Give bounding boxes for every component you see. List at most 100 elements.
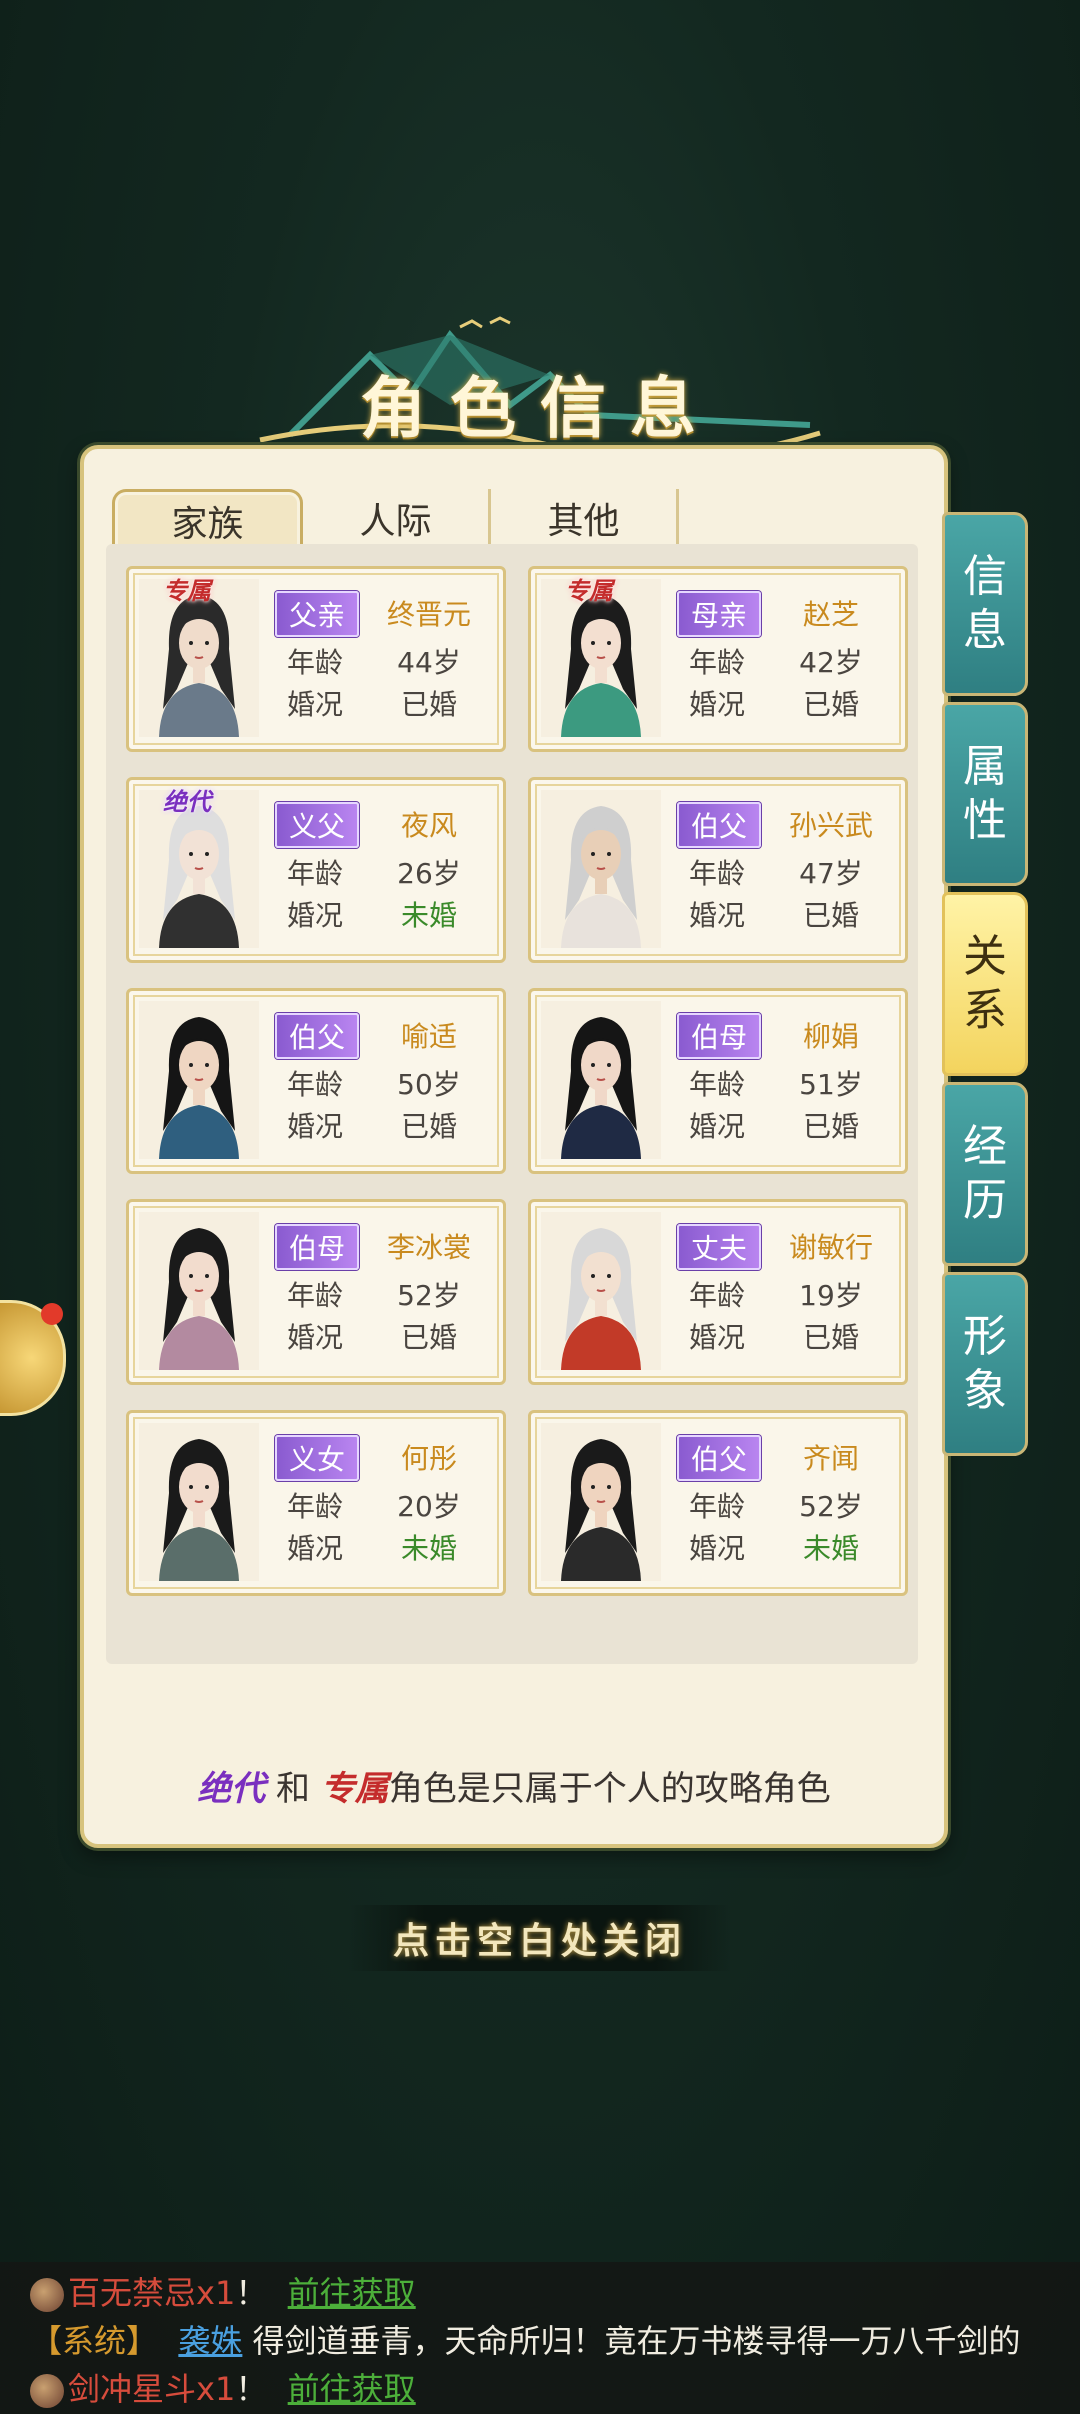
item-icon (30, 2374, 64, 2408)
marriage-label: 婚况 (286, 688, 343, 721)
age-label: 年龄 (688, 857, 745, 890)
age-label: 年龄 (286, 1279, 343, 1312)
relation-card[interactable]: 专属 父亲 终晋元 年龄 44岁 婚况 已婚 (126, 566, 506, 752)
item-icon (30, 2278, 64, 2312)
tab-family[interactable]: 家族 (112, 489, 303, 550)
floating-assistant-button[interactable] (0, 1300, 66, 1416)
close-hint[interactable]: 点击空白处关闭 (348, 1905, 732, 1971)
side-tab-attributes[interactable]: 属性 (942, 702, 1028, 886)
chat-get-link[interactable]: 前往获取 (288, 2274, 416, 2312)
marriage-label: 婚况 (688, 1532, 745, 1565)
portrait-image (541, 790, 661, 948)
relation-badge: 母亲 (677, 591, 761, 637)
relation-card[interactable]: 伯父 孙兴武 年龄 47岁 婚况 已婚 (528, 777, 908, 963)
relation-card[interactable]: 绝代 义父 夜风 年龄 26岁 婚况 未婚 (126, 777, 506, 963)
character-portrait (139, 1001, 259, 1159)
marriage-label: 婚况 (688, 1321, 745, 1354)
relation-card[interactable]: 伯母 李冰裳 年龄 52岁 婚况 已婚 (126, 1199, 506, 1385)
character-name: 齐闻 (802, 1442, 859, 1475)
marriage-value: 已婚 (400, 688, 457, 721)
marriage-value: 已婚 (802, 1110, 859, 1143)
portrait-image (541, 1423, 661, 1581)
marriage-label: 婚况 (286, 1321, 343, 1354)
chat-separator: ！ (235, 2274, 268, 2312)
age-value: 20岁 (397, 1490, 461, 1523)
age-value: 19岁 (799, 1279, 863, 1312)
side-tab-char: 形 (963, 1311, 1007, 1362)
chat-message-text: 得剑道垂青，天命所归！竟在万书楼寻得一万八千剑的 (252, 2322, 1021, 2360)
exclusive-tag: 专属 (163, 576, 211, 605)
marriage-value: 已婚 (802, 899, 859, 932)
age-label: 年龄 (286, 646, 343, 679)
relation-badge: 父亲 (275, 591, 359, 637)
age-value: 44岁 (397, 646, 461, 679)
character-name: 终晋元 (386, 598, 471, 631)
relation-badge: 伯父 (677, 802, 761, 848)
side-tab-info-label: 信息 (963, 550, 1007, 658)
exclusive-tag: 专属 (565, 576, 613, 605)
portrait-image (541, 1001, 661, 1159)
relation-badge: 丈夫 (677, 1224, 761, 1270)
character-portrait (541, 1212, 661, 1370)
side-tab-history[interactable]: 经历 (942, 1082, 1028, 1266)
chat-line: 剑冲星斗x1！ 前往获取 (30, 2364, 416, 2410)
tab-other[interactable]: 其他 (491, 489, 679, 547)
side-tab-char: 性 (963, 795, 1007, 846)
relation-card[interactable]: 专属 母亲 赵芝 年龄 42岁 婚况 已婚 (528, 566, 908, 752)
relation-card[interactable]: 伯母 柳娟 年龄 51岁 婚况 已婚 (528, 988, 908, 1174)
broadcast-chat: 百无禁忌x1！ 前往获取 【系统】 袭姝 得剑道垂青，天命所归！竟在万书楼寻得一… (0, 2262, 1080, 2414)
age-label: 年龄 (688, 1068, 745, 1101)
side-tab-relations[interactable]: 关系 (942, 892, 1028, 1076)
role-note: 绝代 和 专属角色是只属于个人的攻略角色 (84, 1761, 944, 1810)
character-portrait (541, 1001, 661, 1159)
side-tab-char: 系 (963, 985, 1007, 1036)
side-tab-char: 属 (963, 741, 1007, 792)
chat-user-name[interactable]: 袭姝 (178, 2322, 242, 2360)
character-name: 夜风 (400, 809, 457, 842)
relation-card[interactable]: 丈夫 谢敏行 年龄 19岁 婚况 已婚 (528, 1199, 908, 1385)
relation-badge: 伯母 (677, 1013, 761, 1059)
side-tab-char: 经 (963, 1121, 1007, 1172)
marriage-value: 未婚 (400, 899, 457, 932)
tab-social[interactable]: 人际 (303, 489, 491, 547)
chat-get-link[interactable]: 前往获取 (288, 2370, 416, 2408)
note-rest: 角色是只属于个人的攻略角色 (388, 1769, 831, 1809)
relation-list[interactable]: 专属 父亲 终晋元 年龄 44岁 婚况 已婚 专属 母亲 赵芝 年龄 42岁 婚… (106, 544, 918, 1664)
portrait-image (541, 1212, 661, 1370)
marriage-value: 已婚 (400, 1321, 457, 1354)
relation-card[interactable]: 伯父 喻适 年龄 50岁 婚况 已婚 (126, 988, 506, 1174)
relation-card[interactable]: 伯父 齐闻 年龄 52岁 婚况 未婚 (528, 1410, 908, 1596)
side-tab-char: 息 (963, 605, 1007, 656)
chat-line: 【系统】 袭姝 得剑道垂青，天命所归！竟在万书楼寻得一万八千剑的 (30, 2316, 1021, 2362)
chat-separator: ！ (235, 2370, 268, 2408)
character-name: 谢敏行 (788, 1231, 873, 1264)
age-label: 年龄 (286, 1068, 343, 1101)
age-value: 52岁 (799, 1490, 863, 1523)
side-tab-history-label: 经历 (963, 1120, 1007, 1228)
character-name: 喻适 (400, 1020, 457, 1053)
side-tab-appearance[interactable]: 形象 (942, 1272, 1028, 1456)
relation-badge: 义父 (275, 802, 359, 848)
marriage-label: 婚况 (286, 1532, 343, 1565)
relation-card[interactable]: 义女 何彤 年龄 20岁 婚况 未婚 (126, 1410, 506, 1596)
role-info-screen[interactable]: 角色信息 家族 人际 其他 专属 父亲 终晋元 年龄 44岁 婚况 已婚 专属 … (0, 0, 1080, 2414)
side-tab-info[interactable]: 信息 (942, 512, 1028, 696)
character-name: 柳娟 (802, 1020, 859, 1053)
marriage-value: 未婚 (802, 1532, 859, 1565)
page-title: 角色信息 (360, 369, 720, 447)
note-and: 和 (276, 1769, 310, 1809)
notification-dot-icon (41, 1303, 63, 1325)
side-tab-char: 象 (963, 1365, 1007, 1416)
info-panel: 家族 人际 其他 专属 父亲 终晋元 年龄 44岁 婚况 已婚 专属 母亲 赵芝… (80, 445, 948, 1848)
marriage-label: 婚况 (688, 688, 745, 721)
relation-badge: 义女 (275, 1435, 359, 1481)
title-banner: 角色信息 (250, 315, 830, 465)
age-value: 51岁 (799, 1068, 863, 1101)
marriage-value: 已婚 (400, 1110, 457, 1143)
age-label: 年龄 (286, 857, 343, 890)
character-portrait (139, 1423, 259, 1581)
age-value: 52岁 (397, 1279, 461, 1312)
side-tab-appearance-label: 形象 (963, 1310, 1007, 1418)
portrait-image (139, 1212, 259, 1370)
chat-item-name: 百无禁忌x1 (68, 2274, 236, 2312)
